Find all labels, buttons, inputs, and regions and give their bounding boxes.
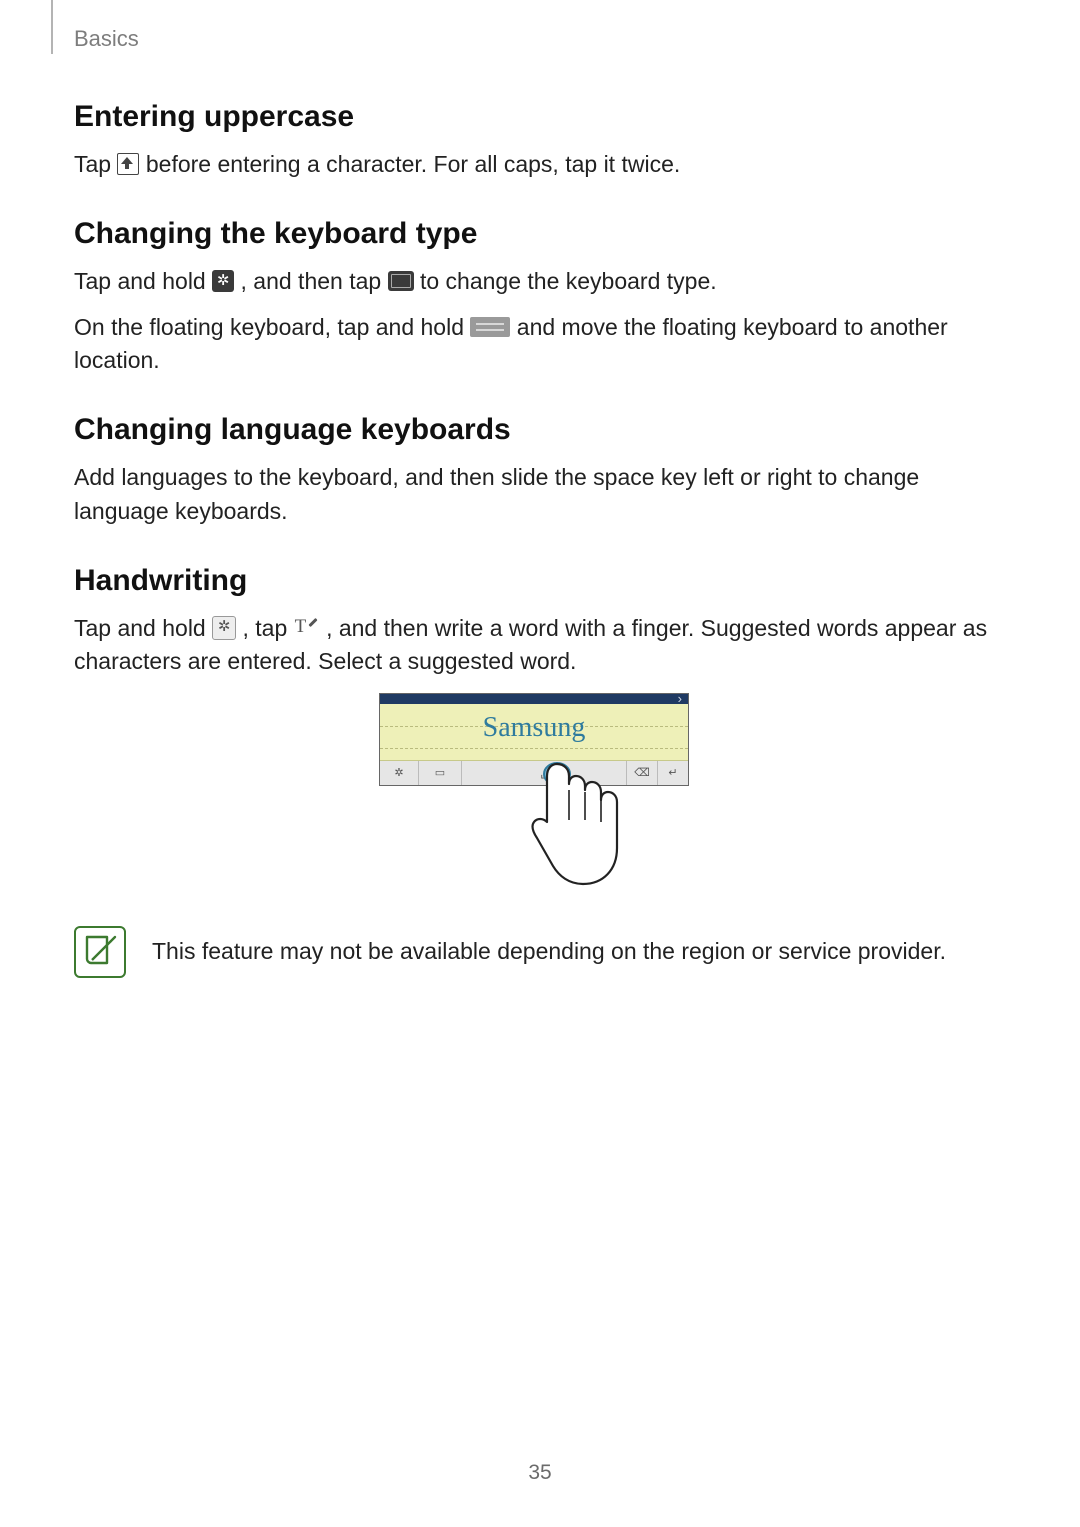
text: Tap and hold: [74, 615, 212, 641]
hand-pointer-icon: [529, 762, 639, 892]
heading-language-keyboards: Changing language keyboards: [74, 413, 994, 447]
illustration-key: ✲: [380, 761, 419, 785]
handwriting-illustration: Samsung ✲ ▭ ␣ ⌫ ↵: [379, 693, 689, 896]
paragraph-handwriting: Tap and hold , tap , and then write a wo…: [74, 612, 994, 679]
paragraph-language: Add languages to the keyboard, and then …: [74, 461, 994, 528]
note-text: This feature may not be available depend…: [152, 938, 946, 965]
section-handwriting: Handwriting Tap and hold , tap , and the…: [74, 564, 994, 978]
section-language-keyboards: Changing language keyboards Add language…: [74, 413, 994, 528]
handwriting-mode-icon: [294, 617, 320, 639]
text: to change the keyboard type.: [420, 268, 717, 294]
text: Tap: [74, 151, 117, 177]
illustration-hand: [379, 786, 689, 896]
text: On the floating keyboard, tap and hold: [74, 314, 470, 340]
text: before entering a character. For all cap…: [146, 151, 680, 177]
paragraph-kbtype-1: Tap and hold , and then tap to change th…: [74, 265, 994, 298]
illustration-titlebar: [380, 694, 688, 704]
text: Tap and hold: [74, 268, 212, 294]
header-rule: [51, 0, 53, 54]
illustration-key: ▭: [419, 761, 462, 785]
shift-key-icon: [117, 153, 139, 175]
settings-gear-icon: [212, 270, 234, 292]
guide-line: [380, 748, 688, 749]
heading-handwriting: Handwriting: [74, 564, 994, 598]
text: , tap: [243, 615, 294, 641]
paragraph-uppercase: Tap before entering a character. For all…: [74, 148, 994, 181]
paragraph-kbtype-2: On the floating keyboard, tap and hold a…: [74, 311, 994, 378]
text: , and then tap: [241, 268, 388, 294]
header-section-label: Basics: [74, 26, 139, 52]
note-icon: [74, 926, 126, 978]
section-entering-uppercase: Entering uppercase Tap before entering a…: [74, 100, 994, 181]
note-row: This feature may not be available depend…: [74, 926, 994, 978]
drag-handle-icon: [470, 317, 510, 337]
heading-entering-uppercase: Entering uppercase: [74, 100, 994, 134]
keyboard-layout-icon: [388, 271, 414, 291]
illustration-writing-area: Samsung: [380, 704, 688, 761]
section-keyboard-type: Changing the keyboard type Tap and hold …: [74, 217, 994, 377]
illustration-enter-key: ↵: [658, 761, 688, 785]
page-content: Entering uppercase Tap before entering a…: [74, 100, 994, 1014]
heading-keyboard-type: Changing the keyboard type: [74, 217, 994, 251]
illustration-handwritten-word: Samsung: [380, 712, 688, 744]
page-number: 35: [0, 1461, 1080, 1485]
settings-gear-icon: [212, 616, 236, 640]
